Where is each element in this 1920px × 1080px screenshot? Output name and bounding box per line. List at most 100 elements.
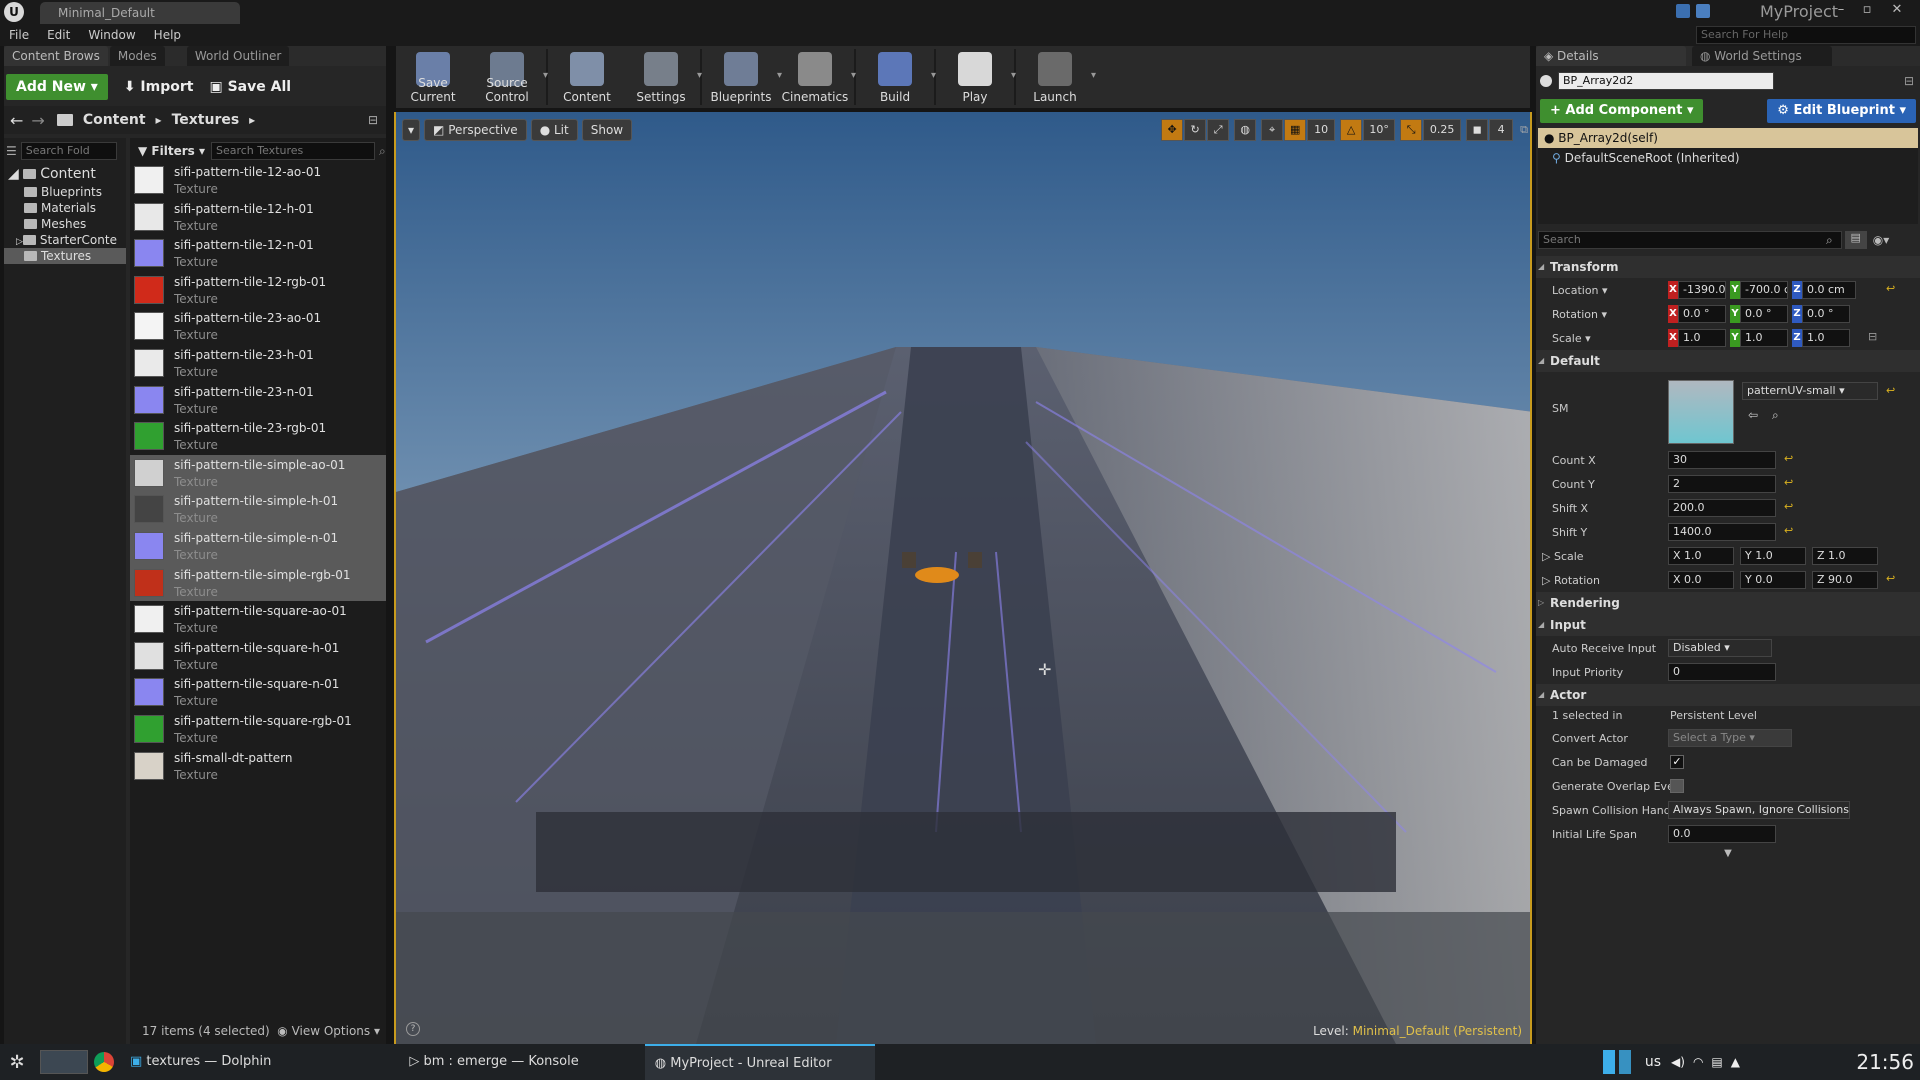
close-button[interactable]: ✕: [1886, 2, 1908, 20]
source-control-button[interactable]: Source Control ▾: [470, 46, 548, 108]
app-launcher-icon[interactable]: ✲: [0, 1052, 34, 1073]
reset-arrow-icon[interactable]: ↩: [1784, 524, 1793, 537]
rotation-snap-value[interactable]: 10°: [1363, 119, 1396, 141]
asset-item[interactable]: sifi-pattern-tile-square-ao-01 Texture: [130, 601, 386, 638]
menu-file[interactable]: File: [0, 24, 38, 46]
asset-item[interactable]: sifi-small-dt-pattern Texture: [130, 748, 386, 785]
overlap-events-checkbox[interactable]: [1670, 779, 1684, 793]
location-y-field[interactable]: -700.0 c: [1740, 281, 1788, 299]
dropdown-caret-icon[interactable]: ▾: [1011, 70, 1016, 81]
grid-snap-value[interactable]: 10: [1307, 119, 1336, 141]
dropdown-caret-icon[interactable]: ▾: [543, 70, 548, 81]
default-scale-x-field[interactable]: X 1.0: [1668, 547, 1734, 565]
details-search-input[interactable]: Search: [1538, 231, 1842, 249]
reset-arrow-icon[interactable]: ↩: [1886, 384, 1895, 397]
asset-item[interactable]: sifi-pattern-tile-12-ao-01 Texture: [130, 162, 386, 199]
help-search-input[interactable]: Search For Help: [1696, 26, 1916, 44]
asset-item[interactable]: sifi-pattern-tile-12-h-01 Texture: [130, 199, 386, 236]
build-button[interactable]: Build ▾: [858, 46, 936, 108]
count-x-field[interactable]: 30: [1668, 451, 1776, 469]
tab-modes[interactable]: Modes: [109, 46, 165, 66]
location-x-field[interactable]: -1390.0: [1678, 281, 1726, 299]
tree-item-blueprints[interactable]: Blueprints: [4, 184, 126, 200]
default-rotation-y-field[interactable]: Y 0.0: [1740, 571, 1806, 589]
scale-label[interactable]: Scale ▾: [1552, 332, 1591, 345]
camera-speed-icon[interactable]: ◼: [1466, 119, 1489, 141]
forward-arrow-icon[interactable]: →: [31, 111, 44, 130]
keyboard-layout[interactable]: us: [1645, 1054, 1661, 1070]
shift-y-field[interactable]: 1400.0: [1668, 523, 1776, 541]
view-options-button[interactable]: ◉ View Options ▾: [277, 1024, 380, 1038]
default-rotation-z-field[interactable]: Z 90.0: [1812, 571, 1878, 589]
launch-button[interactable]: Launch ▾: [1018, 46, 1096, 108]
tab-world-outliner[interactable]: World Outliner: [186, 46, 290, 66]
rotation-y-field[interactable]: 0.0 °: [1740, 305, 1788, 323]
default-scale-label[interactable]: ▷ Scale: [1542, 550, 1584, 563]
activity-icon[interactable]: [1618, 1050, 1631, 1074]
volume-icon[interactable]: ◀): [1671, 1055, 1685, 1069]
rotation-label[interactable]: Rotation ▾: [1552, 308, 1607, 321]
asset-item[interactable]: sifi-pattern-tile-simple-n-01 Texture: [130, 527, 386, 565]
asset-item[interactable]: sifi-pattern-tile-square-rgb-01 Texture: [130, 711, 386, 748]
asset-item[interactable]: sifi-pattern-tile-23-h-01 Texture: [130, 345, 386, 382]
input-priority-field[interactable]: 0: [1668, 663, 1776, 681]
task-dolphin[interactable]: ▣ textures — Dolphin: [120, 1044, 281, 1080]
tab-content-browser[interactable]: Content Brows: [4, 46, 108, 66]
blueprints-button[interactable]: Blueprints ▾: [704, 46, 782, 108]
menu-window[interactable]: Window: [79, 24, 144, 46]
camera-speed-value[interactable]: 4: [1489, 119, 1514, 141]
browse-search-icon[interactable]: ⌕: [1772, 408, 1779, 423]
play-button[interactable]: Play ▾: [938, 46, 1016, 108]
clipboard-icon[interactable]: ▤: [1711, 1055, 1722, 1069]
level-tab[interactable]: Minimal_Default: [40, 2, 240, 24]
asset-item[interactable]: sifi-pattern-tile-23-n-01 Texture: [130, 382, 386, 419]
task-konsole[interactable]: ▷ bm : emerge — Konsole: [399, 1044, 588, 1080]
section-transform[interactable]: Transform: [1536, 256, 1920, 278]
actor-name-input[interactable]: BP_Array2d2: [1558, 72, 1774, 90]
location-z-field[interactable]: 0.0 cm: [1802, 281, 1856, 299]
asset-item[interactable]: sifi-pattern-tile-square-n-01 Texture: [130, 674, 386, 711]
shift-x-field[interactable]: 200.0: [1668, 499, 1776, 517]
location-label[interactable]: Location ▾: [1552, 284, 1608, 297]
grid-snap-icon[interactable]: ▦: [1284, 119, 1307, 141]
asset-item[interactable]: sifi-pattern-tile-12-n-01 Texture: [130, 235, 386, 272]
reset-arrow-icon[interactable]: ↩: [1784, 476, 1793, 489]
menu-help[interactable]: Help: [145, 24, 190, 46]
asset-item[interactable]: sifi-pattern-tile-simple-rgb-01 Texture: [130, 564, 386, 602]
dropdown-caret-icon[interactable]: ▾: [697, 70, 702, 81]
maximize-viewport-icon[interactable]: ⧉: [1520, 123, 1528, 137]
section-default[interactable]: Default: [1536, 350, 1920, 372]
chevron-right-icon[interactable]: ▸: [249, 113, 255, 127]
add-new-button[interactable]: Add New ▾: [6, 74, 108, 100]
reset-arrow-icon[interactable]: ↩: [1784, 500, 1793, 513]
tab-details[interactable]: ◈ Details: [1536, 46, 1686, 66]
rotation-snap-icon[interactable]: △: [1340, 119, 1363, 141]
maximize-button[interactable]: ▫: [1856, 2, 1878, 20]
save-all-button[interactable]: ▣ Save All: [201, 74, 299, 100]
asset-item[interactable]: sifi-pattern-tile-12-rgb-01 Texture: [130, 272, 386, 309]
rotation-x-field[interactable]: 0.0 °: [1678, 305, 1726, 323]
sources-toggle-icon[interactable]: ☰: [6, 144, 17, 158]
asset-item[interactable]: sifi-pattern-tile-23-rgb-01 Texture: [130, 418, 386, 455]
minimize-button[interactable]: –: [1830, 2, 1852, 20]
viewport-options-button[interactable]: ▾: [402, 119, 421, 141]
count-y-field[interactable]: 2: [1668, 475, 1776, 493]
scale-z-field[interactable]: 1.0: [1802, 329, 1850, 347]
show-button[interactable]: Show: [581, 119, 633, 141]
settings-button[interactable]: Settings ▾: [624, 46, 702, 108]
reset-arrow-icon[interactable]: ↩: [1886, 282, 1895, 295]
default-rotation-x-field[interactable]: X 0.0: [1668, 571, 1734, 589]
add-component-button[interactable]: + Add Component ▾: [1540, 99, 1704, 123]
scale-icon[interactable]: ⤢: [1207, 119, 1230, 141]
convert-actor-dropdown[interactable]: Select a Type ▾: [1668, 729, 1792, 747]
content-button[interactable]: Content: [550, 46, 624, 108]
asset-item[interactable]: sifi-pattern-tile-simple-ao-01 Texture: [130, 454, 386, 492]
notification-icon[interactable]: [1676, 4, 1690, 18]
rotation-z-field[interactable]: 0.0 °: [1802, 305, 1850, 323]
visibility-eye-icon[interactable]: ◉▾: [1873, 233, 1890, 247]
search-textures-input[interactable]: Search Textures: [210, 142, 375, 160]
lock-icon[interactable]: ⊟: [1904, 74, 1914, 88]
default-scale-z-field[interactable]: Z 1.0: [1812, 547, 1878, 565]
back-arrow-icon[interactable]: ←: [10, 111, 23, 130]
asset-item[interactable]: sifi-pattern-tile-simple-h-01 Texture: [130, 491, 386, 528]
